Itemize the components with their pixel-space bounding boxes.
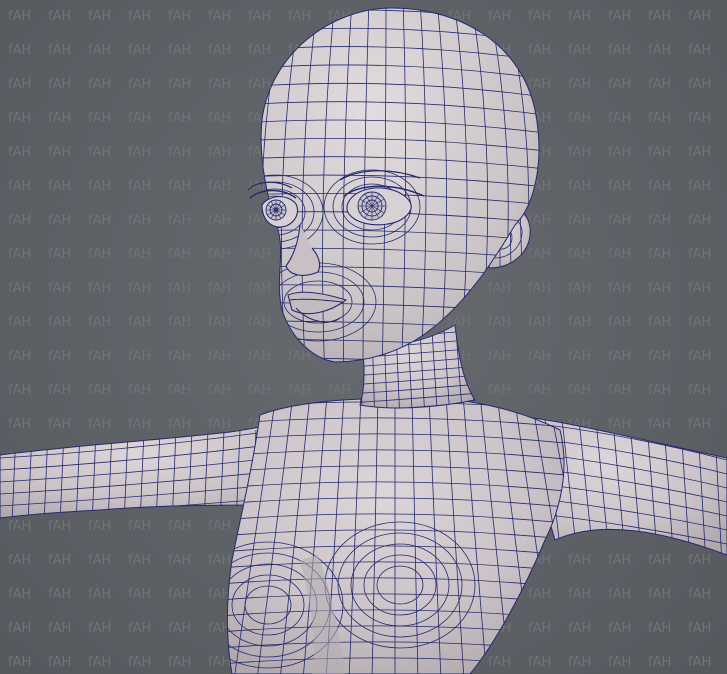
mesh-model [0, 7, 727, 674]
3d-viewport[interactable]: fAH fAH fAH fAH fAH fAH fAH fAH fAH fAH fAH fAH fAH f… [0, 0, 727, 674]
